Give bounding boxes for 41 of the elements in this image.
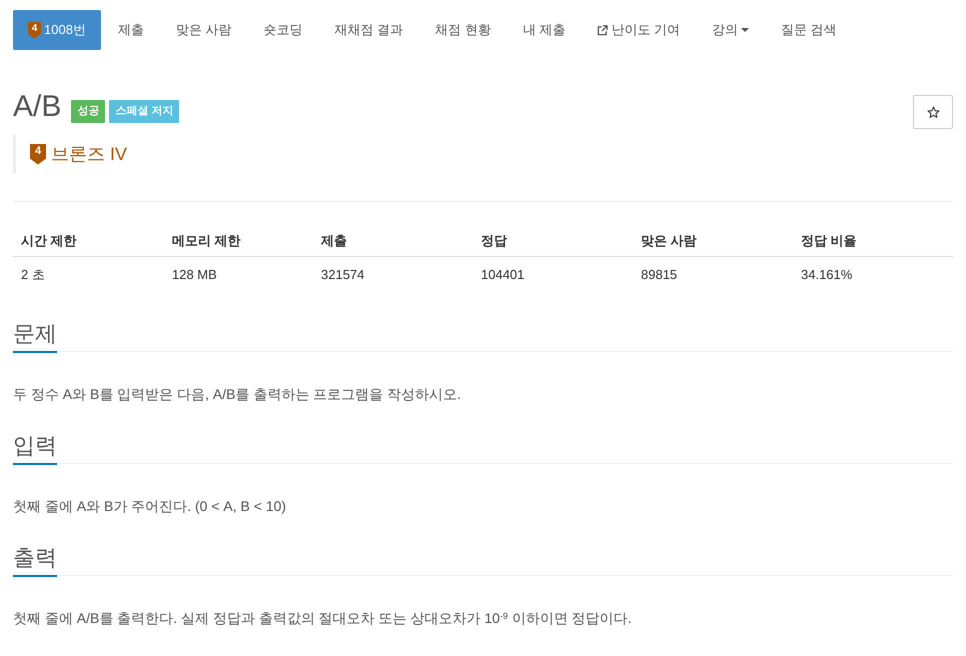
column-header: 시간 제한 <box>13 226 164 256</box>
nav-tab[interactable]: 숏코딩 <box>248 10 318 50</box>
table-cell: 89815 <box>633 256 793 292</box>
table-cell: 321574 <box>313 256 473 292</box>
nav-label: 강의 <box>712 21 738 40</box>
external-link-icon <box>597 24 608 36</box>
section-heading: 출력 <box>13 538 57 577</box>
section-heading: 문제 <box>13 314 57 353</box>
status-label: 스페셜 저지 <box>109 100 180 123</box>
table-cell: 2 초 <box>13 256 164 292</box>
favorite-button[interactable] <box>913 95 953 129</box>
tier-badge: 4 <box>28 22 41 38</box>
nav-tab[interactable]: 채점 현황 <box>420 10 506 50</box>
problem-title: A/B <box>13 90 62 124</box>
nav-tab[interactable]: 내 제출 <box>508 10 580 50</box>
section-text: 두 정수 A와 B를 입력받은 다음, A/B를 출력하는 프로그램을 작성하시오. <box>13 385 462 404</box>
table-cell: 128 MB <box>164 256 313 292</box>
nav-tab[interactable]: 제출 <box>102 10 159 50</box>
table-cell: 34.161% <box>793 256 953 292</box>
section-text: 첫째 줄에 A와 B가 주어진다. (0 < A, B < 10) <box>13 497 288 516</box>
column-header: 맞은 사람 <box>633 226 793 256</box>
tier-name[interactable]: 브론즈 IV <box>51 140 128 168</box>
section-text: 첫째 줄에 A/B를 출력한다. 실제 정답과 출력값의 절대오차 또는 상대오차가 10$^{-9}$ 이하이면 정답이다. <box>13 609 633 628</box>
section-heading: 입력 <box>13 426 57 465</box>
nav-tab[interactable]: 재채점 결과 <box>320 10 418 50</box>
nav-tab[interactable]: 질문 검색 <box>766 10 852 50</box>
column-header: 제출 <box>313 226 473 256</box>
problem-tab[interactable]: 4 1008번 <box>13 10 101 50</box>
problem-number: 1008번 <box>44 21 86 40</box>
column-header: 정답 <box>473 226 633 256</box>
caret-icon <box>741 28 750 32</box>
column-header: 메모리 제한 <box>164 226 313 256</box>
table-cell: 104401 <box>473 256 633 292</box>
nav-tab[interactable]: 맞은 사람 <box>160 10 247 50</box>
nav-label: 난이도 기여 <box>611 21 680 40</box>
column-header: 정답 비율 <box>793 226 953 256</box>
tier-badge: 4 <box>30 144 46 164</box>
nav-dropdown[interactable]: 강의 <box>697 10 764 50</box>
nav-tab[interactable]: 난이도 기여 <box>582 10 696 50</box>
status-label: 성공 <box>71 100 106 123</box>
star-icon <box>926 106 940 118</box>
